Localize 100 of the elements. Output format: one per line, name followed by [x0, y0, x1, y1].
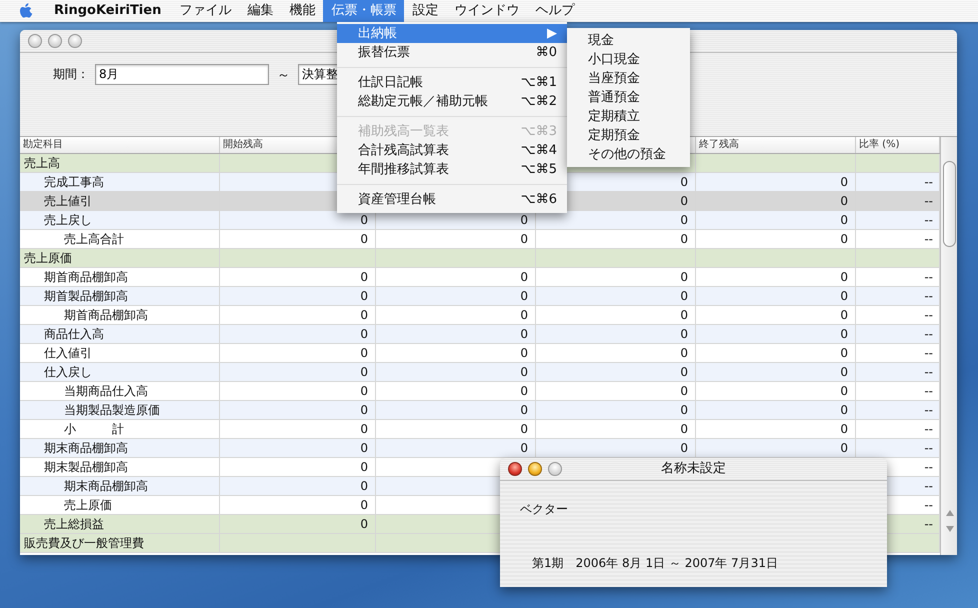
table-cell: 0 — [840, 402, 848, 418]
table-cell: 0 — [520, 345, 528, 361]
table-cell: 0 — [520, 440, 528, 456]
table-cell: -- — [924, 288, 933, 304]
table-cell: -- — [924, 497, 933, 513]
table-cell: 0 — [840, 212, 848, 228]
table-cell: 0 — [360, 307, 368, 323]
table-cell: 0 — [360, 421, 368, 437]
account-name: 売上原価 — [23, 250, 72, 266]
range-sign: ～ — [277, 66, 290, 84]
table-cell: 0 — [520, 231, 528, 247]
table-cell: -- — [924, 231, 933, 247]
table-cell: 0 — [840, 231, 848, 247]
table-cell: 0 — [840, 364, 848, 380]
table-cell: -- — [924, 307, 933, 323]
table-cell: 0 — [520, 402, 528, 418]
table-cell: 0 — [840, 326, 848, 342]
account-name: 売上戻し — [43, 212, 92, 228]
account-name: 当期商品仕入高 — [63, 383, 148, 399]
account-name: 完成工事高 — [43, 174, 104, 190]
account-name: 当期製品製造原価 — [63, 402, 160, 418]
field-label: 期間： — [53, 66, 89, 83]
account-name: 売上原価 — [63, 497, 112, 513]
table-cell: 0 — [840, 288, 848, 304]
account-name: 売上値引 — [43, 193, 92, 209]
table-cell: 0 — [520, 212, 528, 228]
table-cell: 0 — [360, 269, 368, 285]
table-cell: 0 — [360, 402, 368, 418]
table-cell: 0 — [360, 326, 368, 342]
table-cell: -- — [924, 212, 933, 228]
account-name: 販売費及び一般管理費 — [23, 535, 144, 551]
table-cell: 0 — [680, 212, 688, 228]
account-name: 期末製品棚卸高 — [43, 459, 128, 475]
account-name: 期末商品棚卸高 — [63, 478, 148, 494]
account-name: 小 計 — [63, 421, 124, 437]
table-cell: 0 — [360, 497, 368, 513]
table-cell: 0 — [680, 269, 688, 285]
company-name: ベクター — [520, 501, 569, 518]
account-name: 売上総損益 — [43, 516, 104, 532]
table-cell: 0 — [840, 440, 848, 456]
table-cell: 0 — [360, 516, 368, 532]
table-cell: -- — [924, 326, 933, 342]
window-title: 名称未設定 — [660, 460, 727, 478]
table-cell: 0 — [360, 459, 368, 475]
table-cell: -- — [924, 193, 933, 209]
table-cell: 0 — [520, 269, 528, 285]
table-cell: 0 — [520, 307, 528, 323]
table-cell: 0 — [680, 288, 688, 304]
table-cell: 0 — [360, 364, 368, 380]
table-cell: -- — [924, 402, 933, 418]
table-cell: 0 — [680, 326, 688, 342]
table-cell: 0 — [680, 345, 688, 361]
table-cell: -- — [924, 440, 933, 456]
account-name: 商品仕入高 — [43, 326, 104, 342]
table-cell: 0 — [680, 364, 688, 380]
table-cell: 0 — [680, 307, 688, 323]
table-cell: 0 — [360, 440, 368, 456]
table-cell: 0 — [840, 421, 848, 437]
table-cell: -- — [924, 364, 933, 380]
table-cell: 0 — [520, 326, 528, 342]
table-cell: 0 — [360, 288, 368, 304]
account-name: 売上高 — [23, 155, 60, 171]
account-name: 期末商品棚卸高 — [43, 440, 128, 456]
table-cell: 0 — [680, 231, 688, 247]
table-cell: 0 — [520, 288, 528, 304]
table-cell: -- — [924, 174, 933, 190]
table-cell: 0 — [360, 345, 368, 361]
account-name: 期首商品棚卸高 — [43, 269, 128, 285]
table-cell: 0 — [680, 193, 688, 209]
table-cell: 0 — [840, 383, 848, 399]
table-cell: 0 — [840, 269, 848, 285]
table-cell: 0 — [360, 478, 368, 494]
account-name: 期首商品棚卸高 — [63, 307, 148, 323]
fiscal-period: 第1期 2006年 8月 1日 ～ 2007年 7月31日 — [532, 555, 779, 572]
account-name: 仕入戻し — [43, 364, 92, 380]
table-cell: 0 — [520, 421, 528, 437]
table-cell: -- — [924, 383, 933, 399]
table-cell: 0 — [840, 307, 848, 323]
table-cell: 0 — [520, 364, 528, 380]
table-cell: -- — [924, 478, 933, 494]
table-cell: 0 — [680, 421, 688, 437]
table-cell: -- — [924, 269, 933, 285]
table-cell: -- — [924, 459, 933, 475]
account-name: 売上高合計 — [63, 231, 124, 247]
table-cell: 0 — [840, 345, 848, 361]
account-name: 仕入値引 — [43, 345, 92, 361]
table-cell: 0 — [680, 402, 688, 418]
account-name: 期首製品棚卸高 — [43, 288, 128, 304]
table-cell: 0 — [680, 383, 688, 399]
table-cell: 0 — [360, 383, 368, 399]
table-cell: -- — [924, 516, 933, 532]
table-cell: 0 — [840, 193, 848, 209]
table-cell: 0 — [520, 383, 528, 399]
table-cell: 0 — [680, 174, 688, 190]
table-cell: 0 — [360, 212, 368, 228]
table-cell: 0 — [360, 231, 368, 247]
table-cell: 0 — [840, 174, 848, 190]
table-cell: -- — [924, 345, 933, 361]
table-cell: -- — [924, 421, 933, 437]
table-cell: 0 — [680, 440, 688, 456]
